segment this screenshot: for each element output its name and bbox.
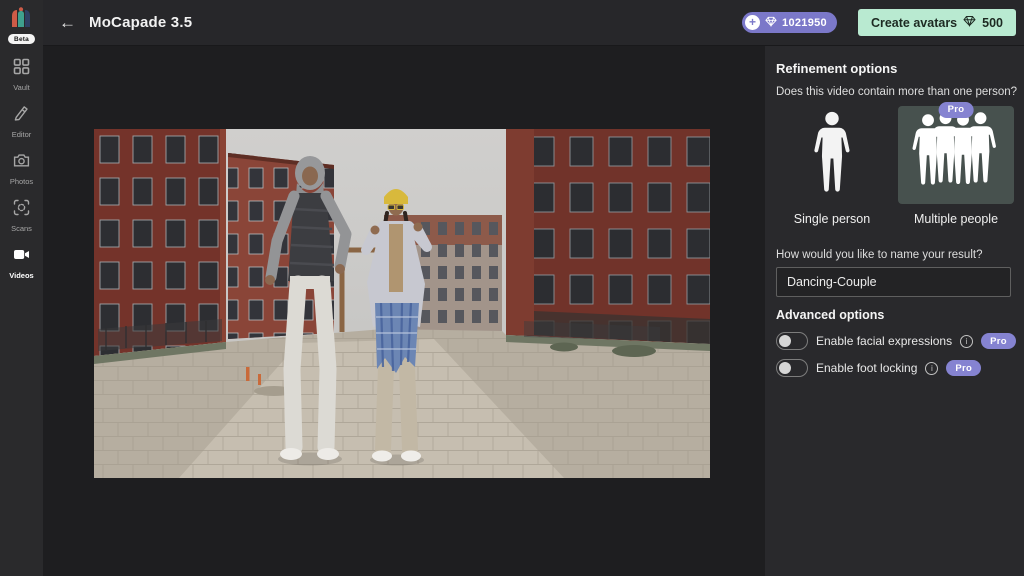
toggle-knob: [779, 335, 791, 347]
refinement-heading: Refinement options: [776, 61, 897, 76]
toggle-row-facial-expressions: Enable facial expressions i Pro: [776, 331, 1016, 351]
mocapade-logo-icon: [10, 7, 32, 32]
gem-icon: [765, 14, 777, 32]
sidebar-nav: Vault Editor Photos: [9, 58, 33, 293]
topbar: ← MoCapade 3.5 + 1021950 Create avatars: [43, 0, 1024, 46]
beta-badge: Beta: [8, 34, 35, 44]
foot-locking-label: Enable foot locking: [816, 361, 917, 375]
toggle-knob: [779, 362, 791, 374]
main-content: [43, 46, 765, 576]
facial-expressions-label: Enable facial expressions: [816, 334, 952, 348]
page-title: MoCapade 3.5: [89, 14, 192, 31]
option-multiple-people[interactable]: Pro: [898, 106, 1014, 204]
person-count-question: Does this video contain more than one pe…: [776, 86, 1017, 98]
create-avatars-button[interactable]: Create avatars 500: [858, 9, 1016, 36]
advanced-options-heading: Advanced options: [776, 308, 884, 322]
camera-icon: [13, 152, 30, 174]
grid-icon: [13, 58, 30, 80]
refinement-panel: Refinement options Does this video conta…: [765, 46, 1024, 576]
sidebar-item-videos[interactable]: Videos: [9, 246, 33, 280]
option-label-single: Single person: [776, 212, 888, 226]
sidebar-item-photos[interactable]: Photos: [10, 152, 33, 186]
scan-icon: [13, 199, 30, 221]
ruler-pencil-icon: [13, 105, 30, 127]
sidebar-item-label: Videos: [9, 271, 33, 280]
app-window: Beta Vault: [0, 0, 1024, 576]
single-person-silhouette-icon: [811, 111, 853, 200]
result-name-input[interactable]: [776, 267, 1011, 297]
create-avatars-label: Create avatars: [871, 16, 957, 30]
back-button[interactable]: ←: [59, 14, 76, 31]
pro-badge: Pro: [981, 333, 1016, 349]
gem-icon: [963, 15, 976, 30]
multiple-people-silhouette-icon: [910, 111, 1002, 194]
arrow-left-icon: ←: [59, 13, 76, 32]
sidebar-item-vault[interactable]: Vault: [13, 58, 30, 92]
sidebar-item-scans[interactable]: Scans: [11, 199, 32, 233]
plus-circle-icon[interactable]: +: [745, 15, 760, 30]
credits-amount: 1021950: [782, 17, 827, 29]
sidebar-item-label: Editor: [12, 130, 32, 139]
info-icon[interactable]: i: [925, 362, 938, 375]
video-preview: [94, 129, 710, 478]
option-single-person[interactable]: [776, 106, 888, 204]
sidebar-item-label: Photos: [10, 177, 33, 186]
pro-badge: Pro: [946, 360, 981, 376]
create-avatars-cost: 500: [982, 16, 1003, 30]
info-icon[interactable]: i: [960, 335, 973, 348]
video-scene-illustration: [94, 129, 710, 478]
pro-badge: Pro: [939, 99, 974, 118]
toggle-row-foot-locking: Enable foot locking i Pro: [776, 358, 981, 378]
option-label-multiple: Multiple people: [898, 212, 1014, 226]
name-question-label: How would you like to name your result?: [776, 249, 982, 261]
foot-locking-toggle[interactable]: [776, 359, 808, 377]
video-camera-icon: [13, 246, 30, 268]
sidebar-item-editor[interactable]: Editor: [12, 105, 32, 139]
facial-expressions-toggle[interactable]: [776, 332, 808, 350]
sidebar-item-label: Vault: [13, 83, 30, 92]
credits-badge[interactable]: + 1021950: [742, 12, 837, 33]
sidebar-item-label: Scans: [11, 224, 32, 233]
app-logo[interactable]: Beta: [8, 7, 35, 44]
sidebar: Beta Vault: [0, 0, 43, 576]
